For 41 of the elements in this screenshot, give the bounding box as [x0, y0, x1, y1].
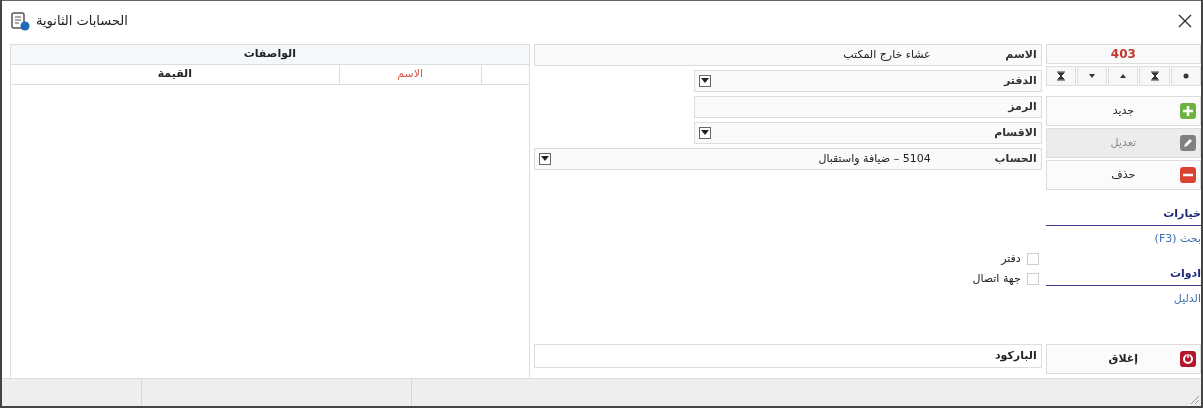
grid-header: الواصفات: [11, 45, 529, 65]
new-button[interactable]: جديد: [1045, 96, 1201, 126]
field-label: الاقسام: [993, 124, 1038, 141]
plus-icon: [1180, 103, 1196, 119]
section-heading: خيارات: [1045, 207, 1201, 226]
field-value: 5104 – ضيافة واستقبال: [817, 150, 932, 167]
pencil-icon: [1180, 135, 1196, 151]
dropdown-field[interactable]: الدفتر: [693, 70, 1042, 92]
minus-icon: [1180, 167, 1196, 183]
first-record-button[interactable]: [1045, 66, 1076, 86]
input-field[interactable]: الرمز: [693, 96, 1042, 118]
barcode-field[interactable]: الباركود: [533, 344, 1042, 368]
field-label: الرمز: [1006, 98, 1038, 115]
power-icon: [1180, 351, 1196, 367]
menu-link[interactable]: بحث (F3): [1154, 230, 1201, 248]
section-heading: ادوات: [1045, 267, 1201, 286]
close-icon[interactable]: [1177, 12, 1193, 29]
dropdown-field[interactable]: الاقسام: [693, 122, 1042, 144]
column-header[interactable]: القيمة: [11, 65, 339, 84]
checkbox-label: دفتر: [1001, 250, 1021, 267]
resize-grip-icon[interactable]: [1190, 395, 1200, 405]
last-record-icon: [1149, 71, 1160, 81]
record-dot-button[interactable]: [1170, 66, 1201, 86]
field-label: الدفتر: [1002, 72, 1038, 89]
last-record-button[interactable]: [1139, 66, 1170, 86]
field-value: عشاء خارج المكتب: [842, 46, 932, 63]
field-label: الاسم: [1004, 46, 1038, 63]
column-header[interactable]: الاسم: [338, 65, 481, 84]
ledger-icon: [10, 10, 30, 31]
close-button[interactable]: إغلاق: [1045, 344, 1201, 374]
delete-button[interactable]: حذف: [1045, 160, 1201, 190]
checkbox-label: جهة اتصال: [972, 270, 1021, 287]
record-counter: 403: [1045, 44, 1201, 64]
checkbox[interactable]: [1026, 273, 1039, 285]
first-record-icon: [1055, 71, 1066, 81]
menu-link[interactable]: الدليل: [1173, 290, 1201, 308]
window-title: الحسابات الثانوية: [36, 11, 128, 31]
dropdown-field[interactable]: الحساب 5104 – ضيافة واستقبال: [533, 148, 1042, 170]
checkbox[interactable]: [1026, 253, 1039, 265]
field-label: الحساب: [993, 150, 1038, 167]
input-field[interactable]: الاسم عشاء خارج المكتب: [533, 44, 1042, 66]
